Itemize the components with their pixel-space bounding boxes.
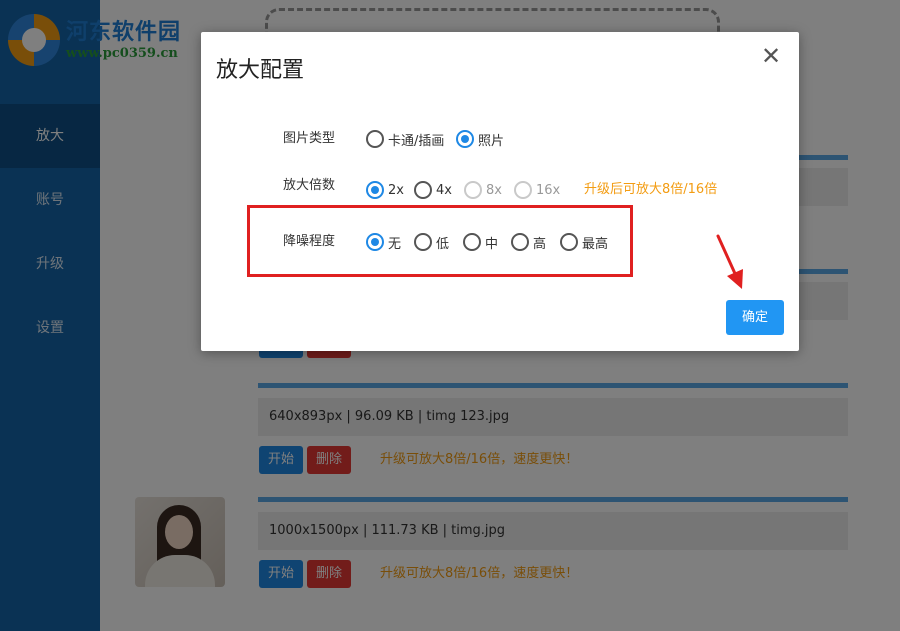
image-type-option-photo[interactable]: 照片 (456, 127, 504, 151)
option-label: 2x (388, 182, 404, 198)
option-label: 8x (486, 182, 502, 198)
enlarge-config-dialog: 放大配置 ✕ 图片类型 卡通/插画 照片 放大倍数 2x 4x 8x 16x 升… (201, 32, 799, 351)
radio-disabled-icon (514, 181, 532, 199)
scale-option-2x[interactable]: 2x (366, 178, 404, 202)
image-type-row: 图片类型 卡通/插画 照片 (201, 127, 799, 151)
option-label: 16x (536, 182, 561, 198)
scale-option-8x: 8x (464, 178, 502, 202)
close-icon[interactable]: ✕ (759, 44, 783, 68)
option-label: 4x (436, 182, 452, 198)
scale-label: 放大倍数 (283, 178, 336, 193)
dialog-title: 放大配置 (216, 58, 305, 83)
confirm-button[interactable]: 确定 (726, 300, 784, 335)
radio-icon (414, 181, 432, 199)
scale-row: 放大倍数 2x 4x 8x 16x 升级后可放大8倍/16倍 (201, 178, 799, 202)
annotation-highlight-box (247, 205, 633, 277)
scale-upgrade-hint: 升级后可放大8倍/16倍 (584, 182, 718, 197)
radio-checked-icon (366, 181, 384, 199)
radio-disabled-icon (464, 181, 482, 199)
radio-checked-icon (456, 130, 474, 148)
scale-option-16x: 16x (514, 178, 560, 202)
radio-icon (366, 130, 384, 148)
image-type-label: 图片类型 (283, 131, 336, 146)
option-label: 卡通/插画 (388, 133, 445, 149)
scale-option-4x[interactable]: 4x (414, 178, 452, 202)
option-label: 照片 (478, 133, 505, 149)
image-type-option-cartoon[interactable]: 卡通/插画 (366, 127, 444, 151)
